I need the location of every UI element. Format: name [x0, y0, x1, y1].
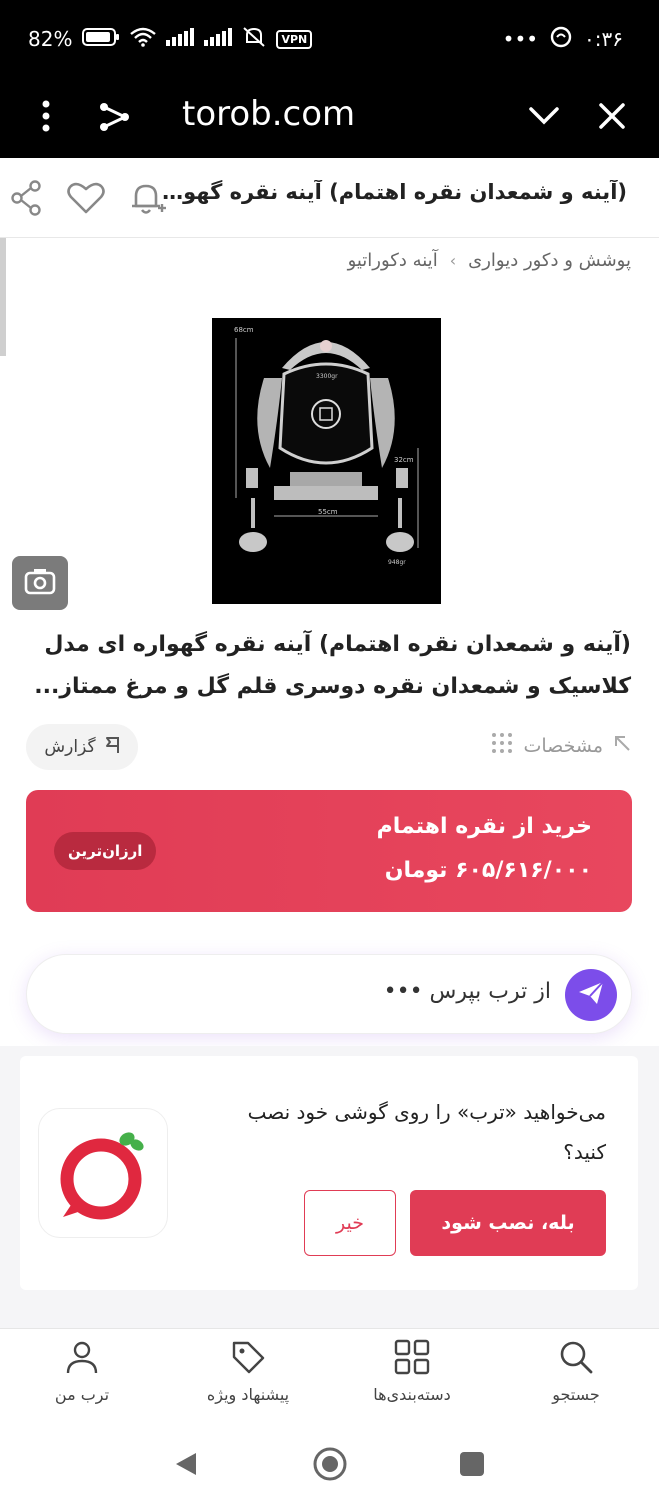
tag-icon [230, 1339, 266, 1379]
shop-name: خرید از نقره اهتمام [376, 814, 592, 839]
dimension-label: 948gr [388, 559, 406, 566]
dimension-label: 68cm [234, 326, 254, 334]
status-bar: 82% VPN ••• ۰:۳۶ [0, 0, 659, 80]
flag-icon [104, 736, 120, 759]
product-image[interactable]: 68cm 3300gr 32cm 55cm 948gr [212, 318, 441, 604]
specs-label: مشخصات [523, 734, 603, 757]
nav-item-categories[interactable]: دسته‌بندی‌ها [352, 1339, 472, 1404]
camera-icon [24, 567, 56, 599]
more-dots: ••• [502, 27, 539, 51]
grid-icon [394, 1339, 430, 1379]
browser-toolbar: torob.com [0, 80, 659, 158]
nav-label: ترب من [54, 1385, 110, 1404]
signal-icon-2 [204, 28, 233, 50]
app-notification-icon [550, 26, 572, 52]
install-prompt-text: می‌خواهید «ترب» را روی گوشی خود نصب کنید… [247, 1100, 606, 1164]
heart-icon[interactable] [64, 176, 108, 220]
user-icon [64, 1339, 100, 1379]
report-button[interactable]: گزارش [26, 724, 138, 770]
ask-placeholder: از ترب بپرس ••• [383, 979, 551, 1004]
arrow-up-left-icon [613, 734, 631, 757]
share-icon[interactable] [90, 92, 138, 140]
breadcrumb-separator: › [449, 251, 457, 270]
close-icon[interactable] [588, 92, 636, 140]
dimension-label: 32cm [394, 456, 414, 464]
install-yes-button[interactable]: بله، نصب شود [410, 1190, 606, 1256]
camera-search-button[interactable] [12, 556, 68, 610]
bottom-navigation: جستجو دسته‌بندی‌ها پیشنهاد ویژه ترب من [0, 1328, 659, 1424]
home-icon[interactable] [310, 1444, 350, 1484]
dimension-label: 3300gr [316, 373, 338, 380]
status-left: 82% VPN [28, 26, 313, 52]
recents-icon[interactable] [452, 1444, 492, 1484]
nav-label: دسته‌بندی‌ها [373, 1385, 451, 1404]
back-icon[interactable] [166, 1444, 206, 1484]
torob-app-logo [38, 1108, 168, 1238]
page-title: (آینه و شمعدان نقره اهتمام) آینه نقره گه… [157, 180, 627, 204]
wifi-icon [130, 27, 157, 51]
breadcrumb-item[interactable]: پوشش و دکور دیواری [468, 250, 631, 271]
nav-item-my-torob[interactable]: ترب من [22, 1339, 142, 1404]
product-name: (آینه و شمعدان نقره اهتمام) آینه نقره گه… [34, 632, 631, 699]
system-navigation-bar [0, 1424, 659, 1500]
breadcrumb-item[interactable]: آینه دکوراتیو [348, 250, 438, 271]
url-text[interactable]: torob.com [182, 94, 355, 134]
cheapest-badge: ارزان‌ترین [54, 832, 157, 870]
page-header: (آینه و شمعدان نقره اهتمام) آینه نقره گه… [0, 158, 659, 238]
specs-link[interactable]: مشخصات [491, 732, 631, 759]
chevron-down-icon[interactable] [520, 92, 568, 140]
scrollbar[interactable] [0, 238, 6, 356]
send-icon [577, 980, 605, 1010]
signal-icon [166, 28, 195, 50]
status-right: ••• ۰:۳۶ [503, 26, 623, 52]
mute-alarm-icon [242, 26, 266, 52]
ask-send-button[interactable] [565, 969, 617, 1021]
battery-icon [82, 27, 120, 51]
battery-percent: 82% [28, 27, 73, 51]
nav-item-search[interactable]: جستجو [516, 1339, 636, 1404]
install-no-button[interactable]: خیر [304, 1190, 396, 1256]
install-app-card: می‌خواهید «ترب» را روی گوشی خود نصب کنید… [20, 1056, 638, 1290]
nav-item-special-offers[interactable]: پیشنهاد ویژه [188, 1339, 308, 1404]
price: ۶۰۵/۶۱۶/۰۰۰ تومان [384, 858, 592, 883]
ask-torob-input[interactable]: از ترب بپرس ••• [26, 954, 632, 1034]
report-label: گزارش [44, 737, 96, 757]
share-icon[interactable] [4, 176, 48, 220]
menu-dots-icon[interactable] [22, 92, 70, 140]
clock: ۰:۳۶ [584, 27, 623, 51]
vpn-badge: VPN [276, 29, 313, 49]
buy-offer-card[interactable]: خرید از نقره اهتمام ۶۰۵/۶۱۶/۰۰۰ تومان ار… [26, 790, 632, 912]
nav-label: پیشنهاد ویژه [206, 1385, 290, 1404]
nav-label: جستجو [552, 1385, 600, 1404]
breadcrumb: پوشش و دکور دیواری › آینه دکوراتیو [348, 250, 631, 271]
dots-grid-icon [491, 732, 513, 759]
dimension-label: 55cm [318, 508, 338, 516]
search-icon [558, 1339, 594, 1379]
